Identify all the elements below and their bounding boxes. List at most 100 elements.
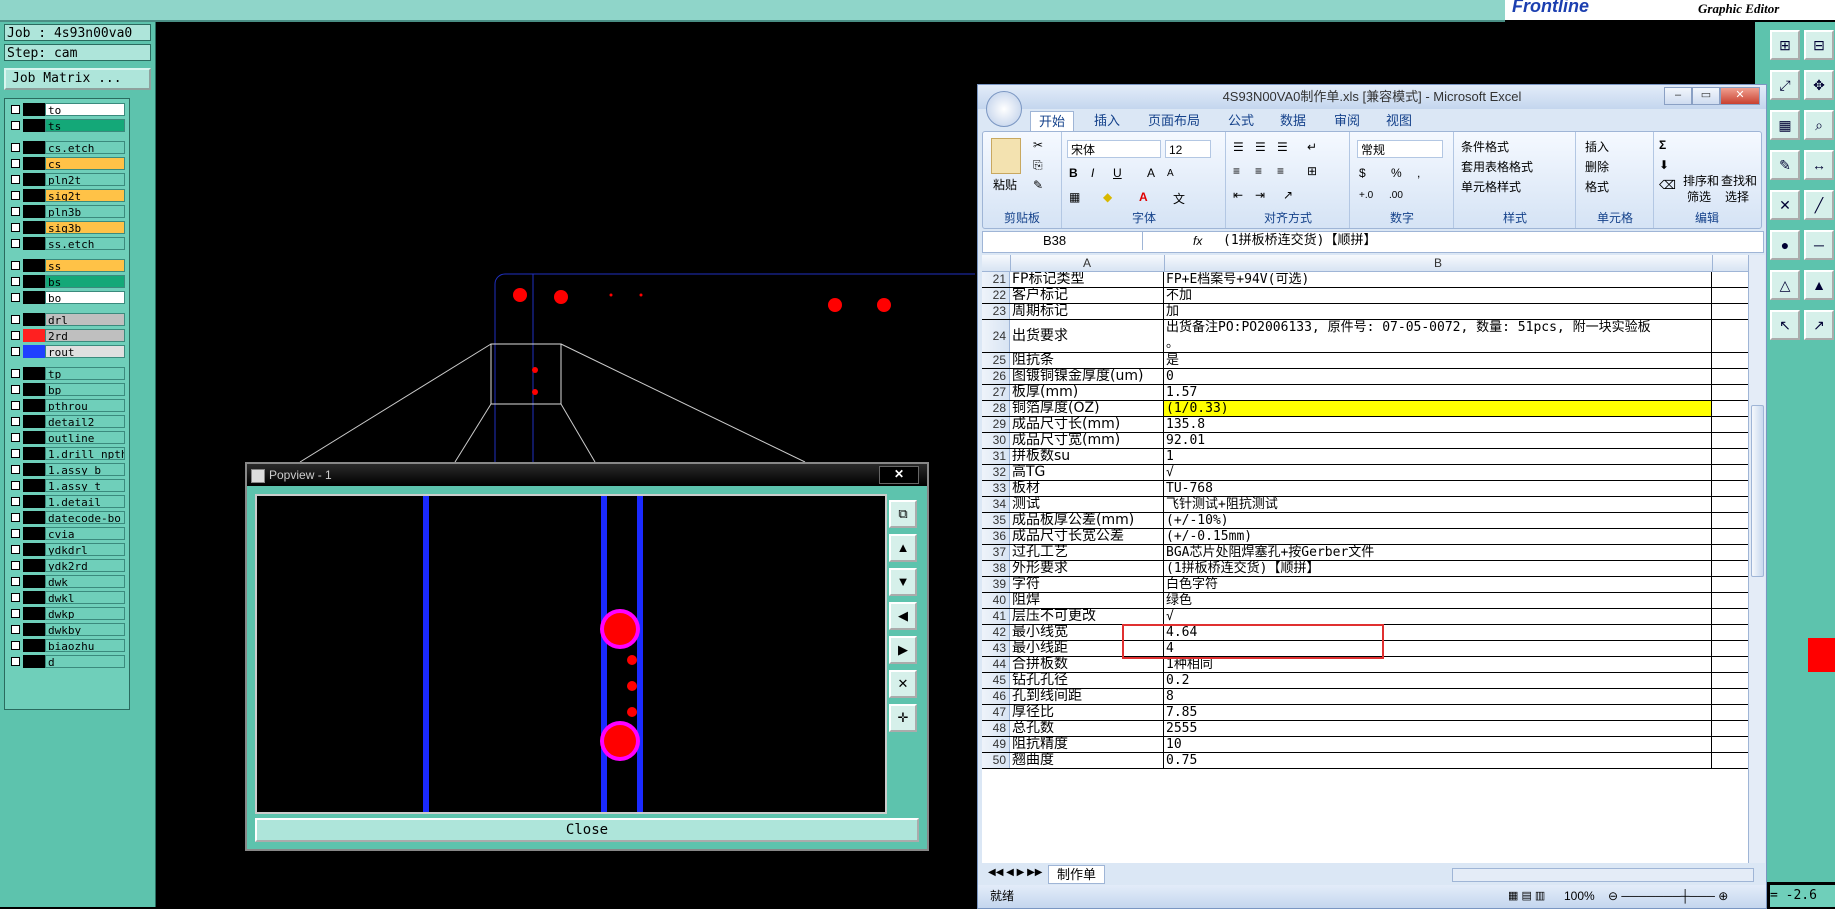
vertical-scrollbar[interactable] [1748, 255, 1765, 863]
cell-a[interactable]: 铜箔厚度(OZ) [1010, 401, 1164, 416]
layer-name[interactable]: rout [45, 345, 125, 358]
layer-row[interactable]: ydkdrl [7, 543, 125, 556]
layer-checkbox[interactable] [11, 293, 20, 302]
row-number[interactable]: 24 [982, 320, 1010, 352]
cell-b[interactable]: TU-768 [1164, 481, 1712, 496]
layer-checkbox[interactable] [11, 529, 20, 538]
layer-checkbox[interactable] [11, 497, 20, 506]
row-number[interactable]: 28 [982, 401, 1010, 416]
cell-a[interactable]: 外形要求 [1010, 561, 1164, 576]
layer-checkbox[interactable] [11, 369, 20, 378]
view-icons[interactable]: ▦ ▤ ▥ [1508, 885, 1545, 907]
cell-b[interactable]: 加 [1164, 304, 1712, 319]
align-center-icon[interactable]: ≡ [1255, 164, 1262, 178]
scroll-thumb[interactable] [1751, 405, 1764, 577]
row-number[interactable]: 41 [982, 609, 1010, 624]
minimize-icon[interactable]: ‒ [1664, 87, 1692, 105]
resize-icon[interactable]: ⤢ [1770, 70, 1800, 100]
layer-name[interactable]: sig2t [45, 189, 125, 202]
font-name-select[interactable]: 宋体 [1067, 140, 1161, 158]
layer-name[interactable]: 1.detail [45, 495, 125, 508]
delete-cells-button[interactable]: 删除 [1585, 158, 1609, 175]
layer-checkbox[interactable] [11, 593, 20, 602]
row-number[interactable]: 47 [982, 705, 1010, 720]
layer-name[interactable]: cs [45, 157, 125, 170]
align-right-icon[interactable]: ≡ [1277, 164, 1284, 178]
decrease-indent-icon[interactable]: ⇤ [1233, 188, 1243, 202]
layer-checkbox[interactable] [11, 641, 20, 650]
layer-row[interactable]: cs.etch [7, 141, 125, 154]
layer-checkbox[interactable] [11, 315, 20, 324]
layer-checkbox[interactable] [11, 207, 20, 216]
cell-a[interactable]: 翘曲度 [1010, 753, 1164, 768]
zoom-fit-icon[interactable]: ⧉ [889, 500, 917, 528]
cell-a[interactable]: 钻孔孔径 [1010, 673, 1164, 688]
paste-icon[interactable] [991, 138, 1021, 174]
layer-row[interactable]: dwkl [7, 591, 125, 604]
row-number[interactable]: 46 [982, 689, 1010, 704]
cell-b[interactable]: 不加 [1164, 288, 1712, 303]
cell-b[interactable]: 0 [1164, 369, 1712, 384]
layer-name[interactable]: drl [45, 313, 125, 326]
layer-row[interactable]: drl [7, 313, 125, 326]
layer-name[interactable]: detail2 [45, 415, 125, 428]
layer-checkbox[interactable] [11, 261, 20, 270]
layout-icon[interactable]: ⊟ [1804, 30, 1834, 60]
row-number[interactable]: 39 [982, 577, 1010, 592]
select-icon[interactable]: ↗ [1804, 310, 1834, 340]
merge-icon[interactable]: ⊞ [1307, 164, 1317, 178]
cell-b[interactable]: FP+E档案号+94V(可选) [1164, 272, 1712, 287]
layer-name[interactable]: pln2t [45, 173, 125, 186]
expand-icon[interactable]: ✕ [889, 670, 917, 698]
orientation-icon[interactable]: ↗ [1283, 188, 1293, 202]
layer-checkbox[interactable] [11, 433, 20, 442]
fill-icon[interactable]: ⬇ [1659, 158, 1669, 172]
layer-row[interactable]: pln3b [7, 205, 125, 218]
layer-name[interactable]: 2rd [45, 329, 125, 342]
row-number[interactable]: 27 [982, 385, 1010, 400]
cross-icon[interactable]: ✕ [1770, 190, 1800, 220]
cell-a[interactable]: 成品板厚公差(mm) [1010, 513, 1164, 528]
layer-checkbox[interactable] [11, 449, 20, 458]
draw-icon[interactable]: ✎ [1770, 150, 1800, 180]
clear-icon[interactable]: ⌫ [1659, 178, 1676, 192]
percent-icon[interactable]: % [1391, 166, 1402, 180]
shrink-font-icon[interactable]: A [1167, 168, 1174, 179]
font-color-icon[interactable]: A [1139, 190, 1148, 204]
layer-row[interactable]: datecode-bo [7, 511, 125, 524]
layer-row[interactable]: ss.etch [7, 237, 125, 250]
format-as-table-button[interactable]: 套用表格格式 [1461, 158, 1533, 175]
layer-name[interactable]: to [45, 103, 125, 116]
row-number[interactable]: 26 [982, 369, 1010, 384]
zoom-icon[interactable]: ⌕ [1804, 110, 1834, 140]
cell-a[interactable]: 成品尺寸长(mm) [1010, 417, 1164, 432]
cell-b[interactable]: 飞针测试+阻抗测试 [1164, 497, 1712, 512]
find-select-button-line2[interactable]: 选择 [1725, 188, 1749, 205]
layer-checkbox[interactable] [11, 657, 20, 666]
job-matrix-button[interactable]: Job Matrix ... [4, 68, 151, 90]
move-icon[interactable]: ✥ [1804, 70, 1834, 100]
close-icon[interactable]: ✕ [1720, 87, 1760, 105]
cell-a[interactable]: 总孔数 [1010, 721, 1164, 736]
increase-indent-icon[interactable]: ⇥ [1255, 188, 1265, 202]
format-painter-icon[interactable]: ✎ [1033, 178, 1043, 192]
cell-b[interactable]: (+/-10%) [1164, 513, 1712, 528]
cut-icon[interactable]: ✂ [1033, 138, 1043, 152]
layer-name[interactable]: 1.drill_npth [45, 447, 125, 460]
sheet-nav-icon[interactable]: ◀◀ ◀ ▶ ▶▶ [988, 867, 1042, 878]
layer-row[interactable]: pln2t [7, 173, 125, 186]
layer-name[interactable]: ss [45, 259, 125, 272]
cell-a[interactable]: 成品尺寸宽(mm) [1010, 433, 1164, 448]
layer-checkbox[interactable] [11, 577, 20, 586]
cell-a[interactable]: 成品尺寸长宽公差 [1010, 529, 1164, 544]
layer-checkbox[interactable] [11, 191, 20, 200]
bold-icon[interactable]: B [1069, 166, 1078, 180]
layer-checkbox[interactable] [11, 239, 20, 248]
tab-home[interactable]: 开始 [1030, 111, 1075, 132]
layer-row[interactable]: cs [7, 157, 125, 170]
align-left-icon[interactable]: ≡ [1233, 164, 1240, 178]
maximize-icon[interactable]: ▭ [1692, 87, 1720, 105]
layer-row[interactable]: 1.drill_npth [7, 447, 125, 460]
layer-row[interactable]: to [7, 103, 125, 116]
pin-icon[interactable]: ● [1770, 230, 1800, 260]
